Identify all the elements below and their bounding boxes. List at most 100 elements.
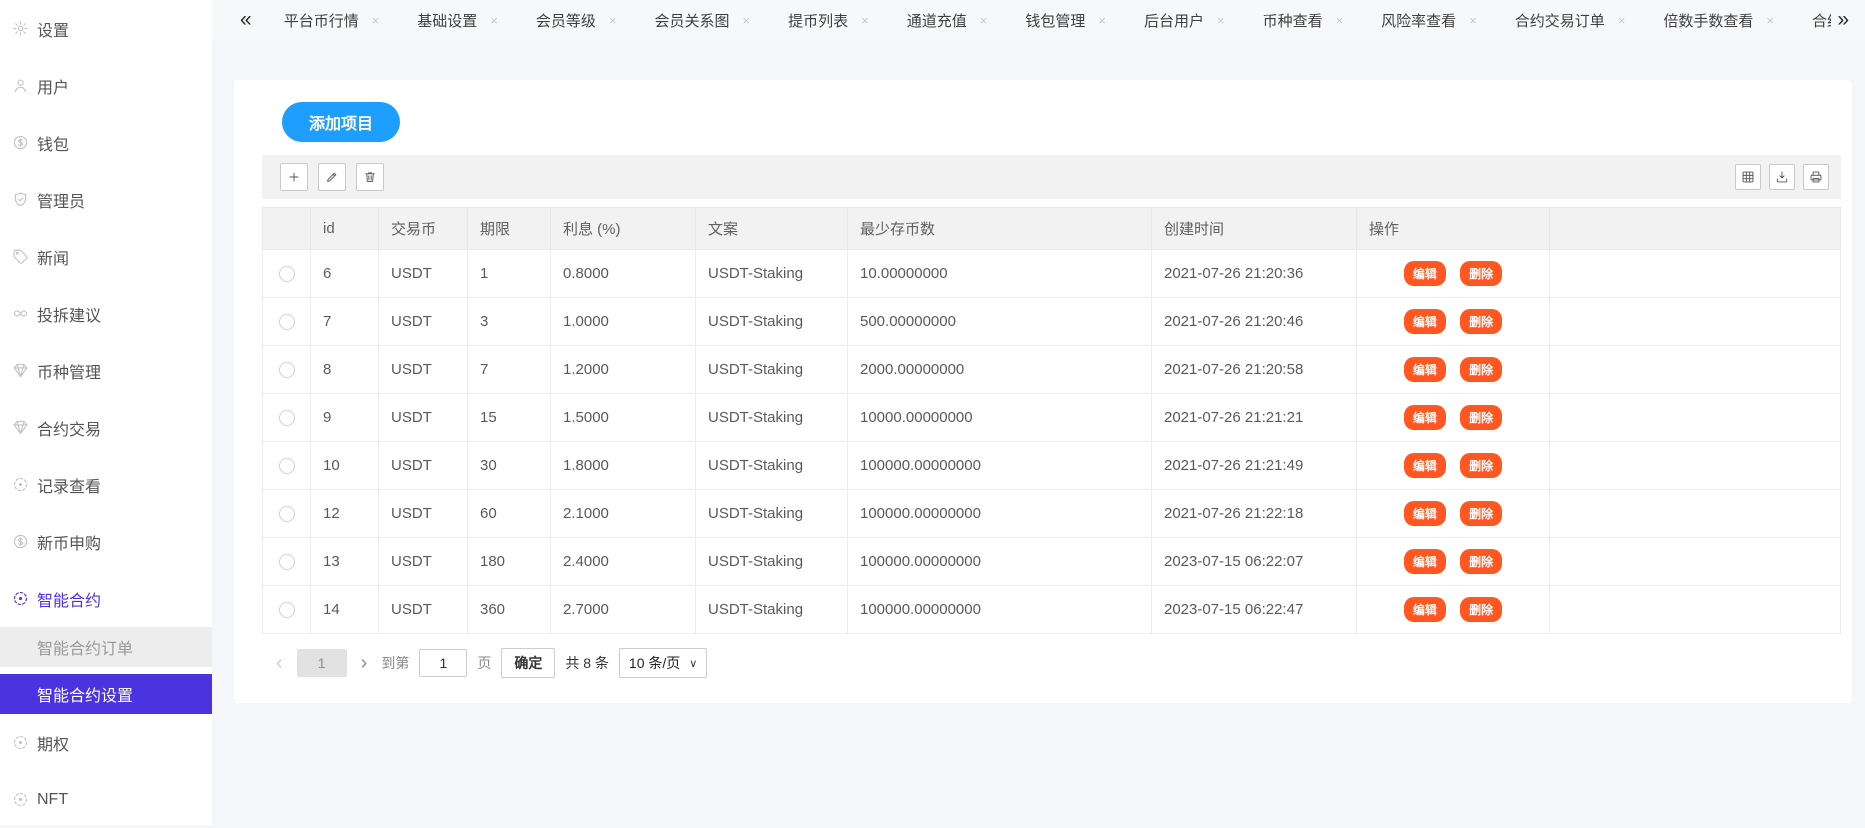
- sidebar-item-label: 管理员: [37, 188, 85, 212]
- tab[interactable]: 币种查看 ×: [1237, 0, 1356, 40]
- delete-button[interactable]: 删除: [1460, 309, 1502, 334]
- tab-close-icon[interactable]: ×: [1766, 14, 1774, 27]
- tab-close-icon[interactable]: ×: [490, 14, 498, 27]
- row-radio[interactable]: [279, 266, 295, 282]
- tab[interactable]: 风险率查看 ×: [1355, 0, 1489, 40]
- cell-period: 360: [468, 586, 551, 634]
- cell-coin: USDT: [379, 298, 468, 346]
- sidebar-item[interactable]: NFT: [0, 771, 212, 828]
- sidebar-item[interactable]: 管理员: [0, 171, 212, 228]
- sidebar-item-label: 智能合约设置: [37, 682, 133, 706]
- tab-close-icon[interactable]: ×: [1336, 14, 1344, 27]
- delete-button[interactable]: 删除: [1460, 549, 1502, 574]
- tab[interactable]: 平台币行情 ×: [258, 0, 392, 40]
- sidebar-item[interactable]: 用户: [0, 57, 212, 114]
- row-radio[interactable]: [279, 458, 295, 474]
- tab[interactable]: 会员等级 ×: [510, 0, 629, 40]
- row-radio[interactable]: [279, 314, 295, 330]
- cell-period: 1: [468, 250, 551, 298]
- sidebar-item[interactable]: 期权: [0, 714, 212, 771]
- tab[interactable]: 通道充值 ×: [881, 0, 1000, 40]
- tab[interactable]: 后台用户 ×: [1118, 0, 1237, 40]
- tab-close-icon[interactable]: ×: [372, 14, 380, 27]
- tab-close-icon[interactable]: ×: [743, 14, 751, 27]
- collapse-right-icon[interactable]: »: [1831, 0, 1855, 40]
- tab-close-icon[interactable]: ×: [1469, 14, 1477, 27]
- edit-button[interactable]: 编辑: [1404, 501, 1446, 526]
- content-card: 添加项目: [234, 80, 1852, 703]
- row-radio[interactable]: [279, 410, 295, 426]
- target-icon: [12, 476, 29, 493]
- tab-label: 平台币行情: [284, 10, 359, 31]
- tab[interactable]: 提币列表 ×: [762, 0, 881, 40]
- sidebar-item[interactable]: 智能合约订单: [0, 627, 212, 667]
- tab-close-icon[interactable]: ×: [1217, 14, 1225, 27]
- tab-close-icon[interactable]: ×: [980, 14, 988, 27]
- edit-button[interactable]: 编辑: [1404, 549, 1446, 574]
- row-radio[interactable]: [279, 362, 295, 378]
- tab[interactable]: 合约交易管理: [1786, 0, 1831, 40]
- sidebar-item[interactable]: 新币申购: [0, 513, 212, 570]
- sidebar-item[interactable]: 新闻: [0, 228, 212, 285]
- column-header: 最少存币数: [848, 208, 1152, 250]
- edit-row-button[interactable]: [318, 163, 346, 191]
- delete-button[interactable]: 删除: [1460, 357, 1502, 382]
- export-button[interactable]: [1769, 164, 1795, 190]
- cell-min-deposit: 100000.00000000: [848, 538, 1152, 586]
- collapse-left-icon[interactable]: «: [234, 0, 258, 40]
- columns-filter-button[interactable]: [1735, 164, 1761, 190]
- column-header: 利息 (%): [551, 208, 696, 250]
- edit-button[interactable]: 编辑: [1404, 357, 1446, 382]
- tab[interactable]: 基础设置 ×: [391, 0, 510, 40]
- tab-close-icon[interactable]: ×: [1618, 14, 1626, 27]
- tab[interactable]: 钱包管理 ×: [999, 0, 1118, 40]
- tab[interactable]: 倍数手数查看 ×: [1637, 0, 1786, 40]
- edit-button[interactable]: 编辑: [1404, 405, 1446, 430]
- prev-page-icon[interactable]: ‹: [272, 653, 287, 673]
- row-radio[interactable]: [279, 554, 295, 570]
- tab-close-icon[interactable]: ×: [861, 14, 869, 27]
- edit-button[interactable]: 编辑: [1404, 453, 1446, 478]
- row-radio[interactable]: [279, 602, 295, 618]
- sidebar-item[interactable]: 投拆建议: [0, 285, 212, 342]
- delete-row-button[interactable]: [356, 163, 384, 191]
- goto-page-input[interactable]: [419, 649, 467, 677]
- sidebar-item[interactable]: 币种管理: [0, 342, 212, 399]
- edit-button[interactable]: 编辑: [1404, 261, 1446, 286]
- confirm-button[interactable]: 确定: [501, 648, 555, 678]
- sidebar-item[interactable]: 智能合约设置: [0, 674, 212, 714]
- tab[interactable]: 会员关系图 ×: [629, 0, 763, 40]
- tab-close-icon[interactable]: ×: [609, 14, 617, 27]
- delete-button[interactable]: 删除: [1460, 501, 1502, 526]
- column-header: 文案: [696, 208, 848, 250]
- edit-button[interactable]: 编辑: [1404, 597, 1446, 622]
- add-row-button[interactable]: [280, 163, 308, 191]
- cell-coin: USDT: [379, 394, 468, 442]
- delete-button[interactable]: 删除: [1460, 405, 1502, 430]
- cell-text: USDT-Staking: [696, 538, 848, 586]
- sidebar-item[interactable]: 设置: [0, 0, 212, 57]
- edit-button[interactable]: 编辑: [1404, 309, 1446, 334]
- cell-interest: 2.4000: [551, 538, 696, 586]
- row-radio[interactable]: [279, 506, 295, 522]
- delete-button[interactable]: 删除: [1460, 453, 1502, 478]
- chevron-down-icon: ∨: [689, 657, 697, 670]
- current-page-button[interactable]: 1: [297, 649, 347, 677]
- delete-button[interactable]: 删除: [1460, 261, 1502, 286]
- tab-label: 会员关系图: [655, 10, 730, 31]
- add-item-button[interactable]: 添加项目: [282, 102, 400, 142]
- tab-label: 后台用户: [1144, 10, 1204, 31]
- main-content: 添加项目: [212, 40, 1865, 825]
- tab[interactable]: 合约交易订单 ×: [1489, 0, 1638, 40]
- next-page-icon[interactable]: ›: [357, 653, 372, 673]
- cell-interest: 1.5000: [551, 394, 696, 442]
- sidebar-item[interactable]: 智能合约: [0, 570, 212, 627]
- page-size-select[interactable]: 10 条/页 ∨: [619, 648, 707, 678]
- tab-close-icon[interactable]: ×: [1098, 14, 1106, 27]
- sidebar-item[interactable]: 记录查看: [0, 456, 212, 513]
- cell-min-deposit: 10.00000000: [848, 250, 1152, 298]
- print-button[interactable]: [1803, 164, 1829, 190]
- sidebar-item[interactable]: 合约交易: [0, 399, 212, 456]
- delete-button[interactable]: 删除: [1460, 597, 1502, 622]
- sidebar-item[interactable]: 钱包: [0, 114, 212, 171]
